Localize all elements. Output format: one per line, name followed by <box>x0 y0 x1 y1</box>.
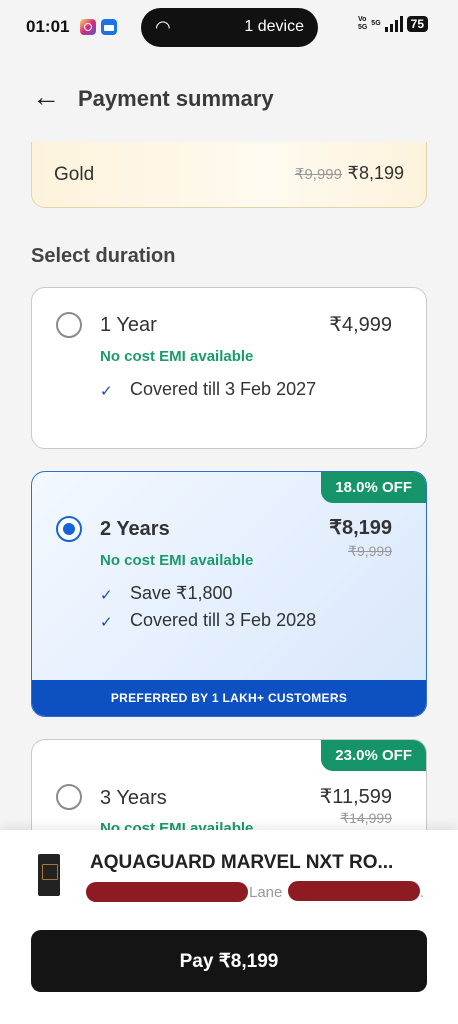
plan-option-2-years[interactable]: 18.0% OFF 2 Years ₹8,199 ₹9,999 No cost … <box>31 471 427 717</box>
plan-price: ₹8,199 <box>329 517 392 539</box>
redaction-mark <box>288 881 420 901</box>
plan-duration: 1 Year <box>100 314 157 336</box>
plan-old-price: ₹14,999 <box>340 810 392 826</box>
check-icon: ✓ <box>100 614 113 631</box>
gold-plan-card: Gold ₹9,999 ₹8,199 <box>31 142 427 208</box>
page-header: ← Payment summary <box>0 80 458 120</box>
check-icon: ✓ <box>100 383 113 400</box>
pay-button[interactable]: Pay ₹8,199 <box>31 930 427 992</box>
delivery-address: Lane <box>249 884 283 901</box>
bottom-checkout-bar: AQUAGUARD MARVEL NXT RO... Lane . Pay ₹8… <box>0 830 458 1024</box>
benefit-text: Covered till 3 Feb 2027 <box>130 379 317 399</box>
hotspot-label: 1 device <box>244 18 304 35</box>
network-type: 5G <box>371 20 381 27</box>
page-title: Payment summary <box>78 86 274 111</box>
delivery-address-end: . <box>420 884 425 901</box>
redaction-mark <box>86 882 248 902</box>
benefit-item: ✓ Covered till 3 Feb 2028 <box>100 607 330 633</box>
benefit-item: ✓ Save ₹1,800 <box>100 580 330 606</box>
benefit-text: Save ₹1,800 <box>130 583 233 603</box>
plan-price: ₹11,599 <box>319 786 392 808</box>
emi-note: No cost EMI available <box>100 348 254 365</box>
volte-indicator: Vo 5G <box>357 16 368 31</box>
plan-tier-price: ₹8,199 <box>347 163 405 183</box>
battery-icon: 75 <box>406 16 428 32</box>
plan-tier-old-price: ₹9,999 <box>294 166 342 183</box>
plan-duration: 3 Years <box>100 787 167 809</box>
plan-option-1-year[interactable]: 1 Year ₹4,999 No cost EMI available ✓ Co… <box>31 287 427 449</box>
discount-badge: 18.0% OFF <box>321 472 426 503</box>
preferred-banner: PREFERRED BY 1 LAKH+ CUSTOMERS <box>32 680 426 716</box>
benefit-text: Covered till 3 Feb 2028 <box>130 610 317 630</box>
signal-bars-icon <box>384 16 403 32</box>
notification-app-icon <box>101 19 117 35</box>
plan-radio[interactable] <box>56 784 82 810</box>
benefit-item: ✓ Covered till 3 Feb 2027 <box>100 376 330 402</box>
plan-radio[interactable] <box>56 516 82 542</box>
plan-radio[interactable] <box>56 312 82 338</box>
signal-indicators: Vo 5G 5G 75 <box>358 16 428 32</box>
instagram-icon <box>80 19 96 35</box>
product-image <box>38 854 60 896</box>
plan-tier-name: Gold <box>54 164 95 185</box>
select-duration-label: Select duration <box>31 245 176 267</box>
back-arrow-icon[interactable]: ← <box>32 82 60 112</box>
plan-old-price: ₹9,999 <box>348 543 392 559</box>
status-bar: 01:01 ◠ 1 device Vo 5G 5G 75 <box>0 0 458 56</box>
discount-badge: 23.0% OFF <box>321 740 426 771</box>
plan-duration: 2 Years <box>100 518 170 540</box>
plan-price: ₹4,999 <box>329 314 392 336</box>
hotspot-pill[interactable]: ◠ 1 device <box>141 8 318 47</box>
emi-note: No cost EMI available <box>100 552 254 569</box>
status-time: 01:01 <box>26 17 70 36</box>
check-icon: ✓ <box>100 587 113 604</box>
product-name: AQUAGUARD MARVEL NXT RO... <box>90 852 394 873</box>
hotspot-icon: ◠ <box>155 17 171 37</box>
